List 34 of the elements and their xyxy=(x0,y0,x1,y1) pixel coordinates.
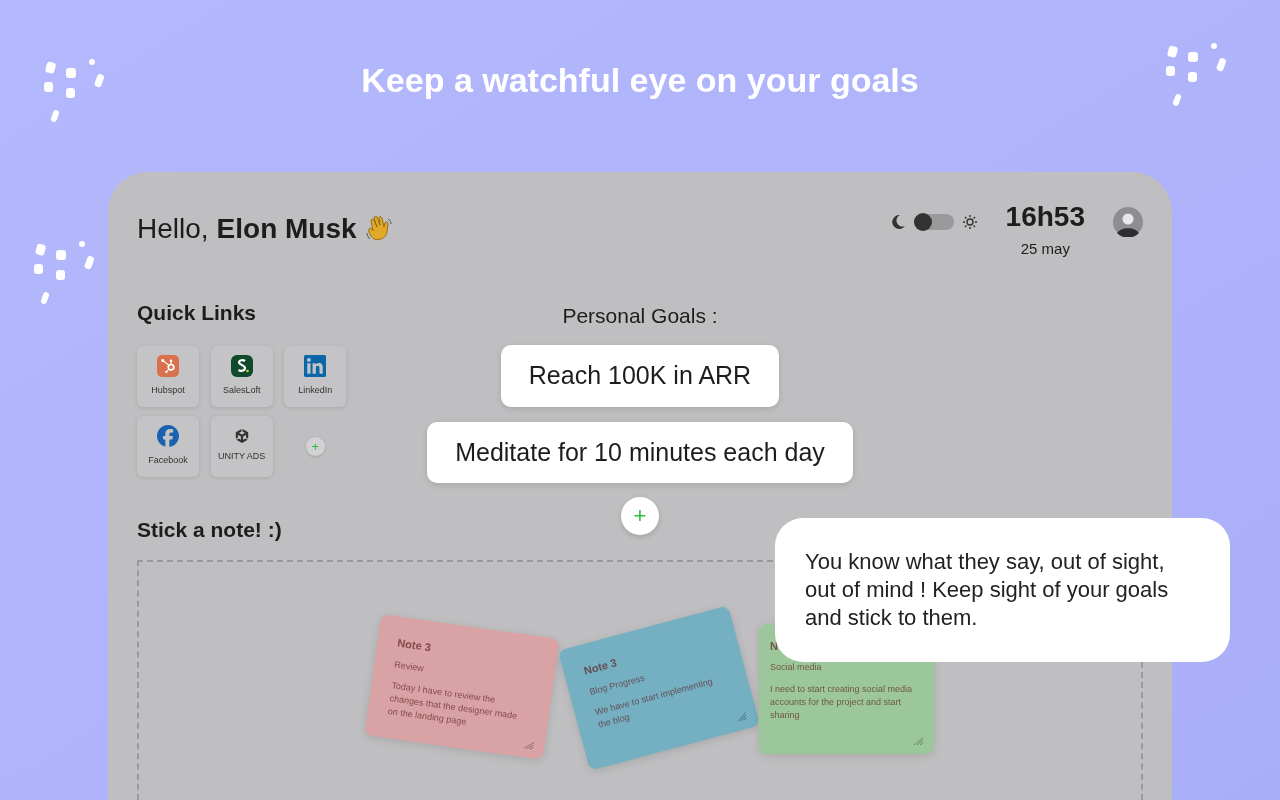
user-name: Elon Musk xyxy=(216,212,357,246)
theme-toggle[interactable] xyxy=(913,214,954,230)
note-title: Note 3 xyxy=(581,654,619,677)
hubspot-logo-icon xyxy=(157,355,179,378)
quick-link-tile[interactable]: Facebook xyxy=(137,416,199,477)
salesloft-logo-icon xyxy=(230,355,253,378)
moon-icon xyxy=(889,214,906,230)
greeting: Hello, xyxy=(137,212,209,246)
headline: Keep a watchful eye on your goals xyxy=(361,60,919,101)
clock-date: 25 may xyxy=(1020,239,1070,259)
goal-card: Reach 100K in ARR xyxy=(500,345,780,407)
unity-logo-icon xyxy=(234,429,249,444)
section-title: Stick a note! :) xyxy=(137,517,282,543)
waving-hand-icon xyxy=(364,215,393,243)
goal-card: Meditate for 10 minutes each day xyxy=(427,421,853,483)
resize-handle-icon[interactable] xyxy=(522,739,536,751)
resize-handle-icon[interactable] xyxy=(913,736,924,746)
note-title: Note 3 xyxy=(396,635,433,655)
linkedin-logo-icon xyxy=(304,355,327,378)
note-body: Today I have to review the changes that the designer made on the landing page xyxy=(387,678,519,729)
sun-icon xyxy=(961,214,978,230)
quick-link-tile[interactable]: UNITY ADS xyxy=(210,416,273,477)
quick-link-tile[interactable]: LinkedIn xyxy=(284,346,347,407)
clock-time: 16h53 xyxy=(1005,200,1085,234)
section-title: Personal Goals : xyxy=(562,302,718,329)
section-title: Quick Links xyxy=(137,299,258,326)
note-subtitle: Review xyxy=(393,657,426,675)
quick-link-tile[interactable]: Hubspot xyxy=(137,346,199,407)
facebook-logo-icon xyxy=(157,425,179,448)
note-body: I need to start creating social media accounts for the project and start sharing xyxy=(770,682,914,722)
quick-link-tile[interactable]: SalesLoft xyxy=(210,346,273,407)
avatar[interactable] xyxy=(1113,207,1143,237)
resize-handle-icon[interactable] xyxy=(735,710,749,723)
note-subtitle: Social media xyxy=(770,661,823,674)
